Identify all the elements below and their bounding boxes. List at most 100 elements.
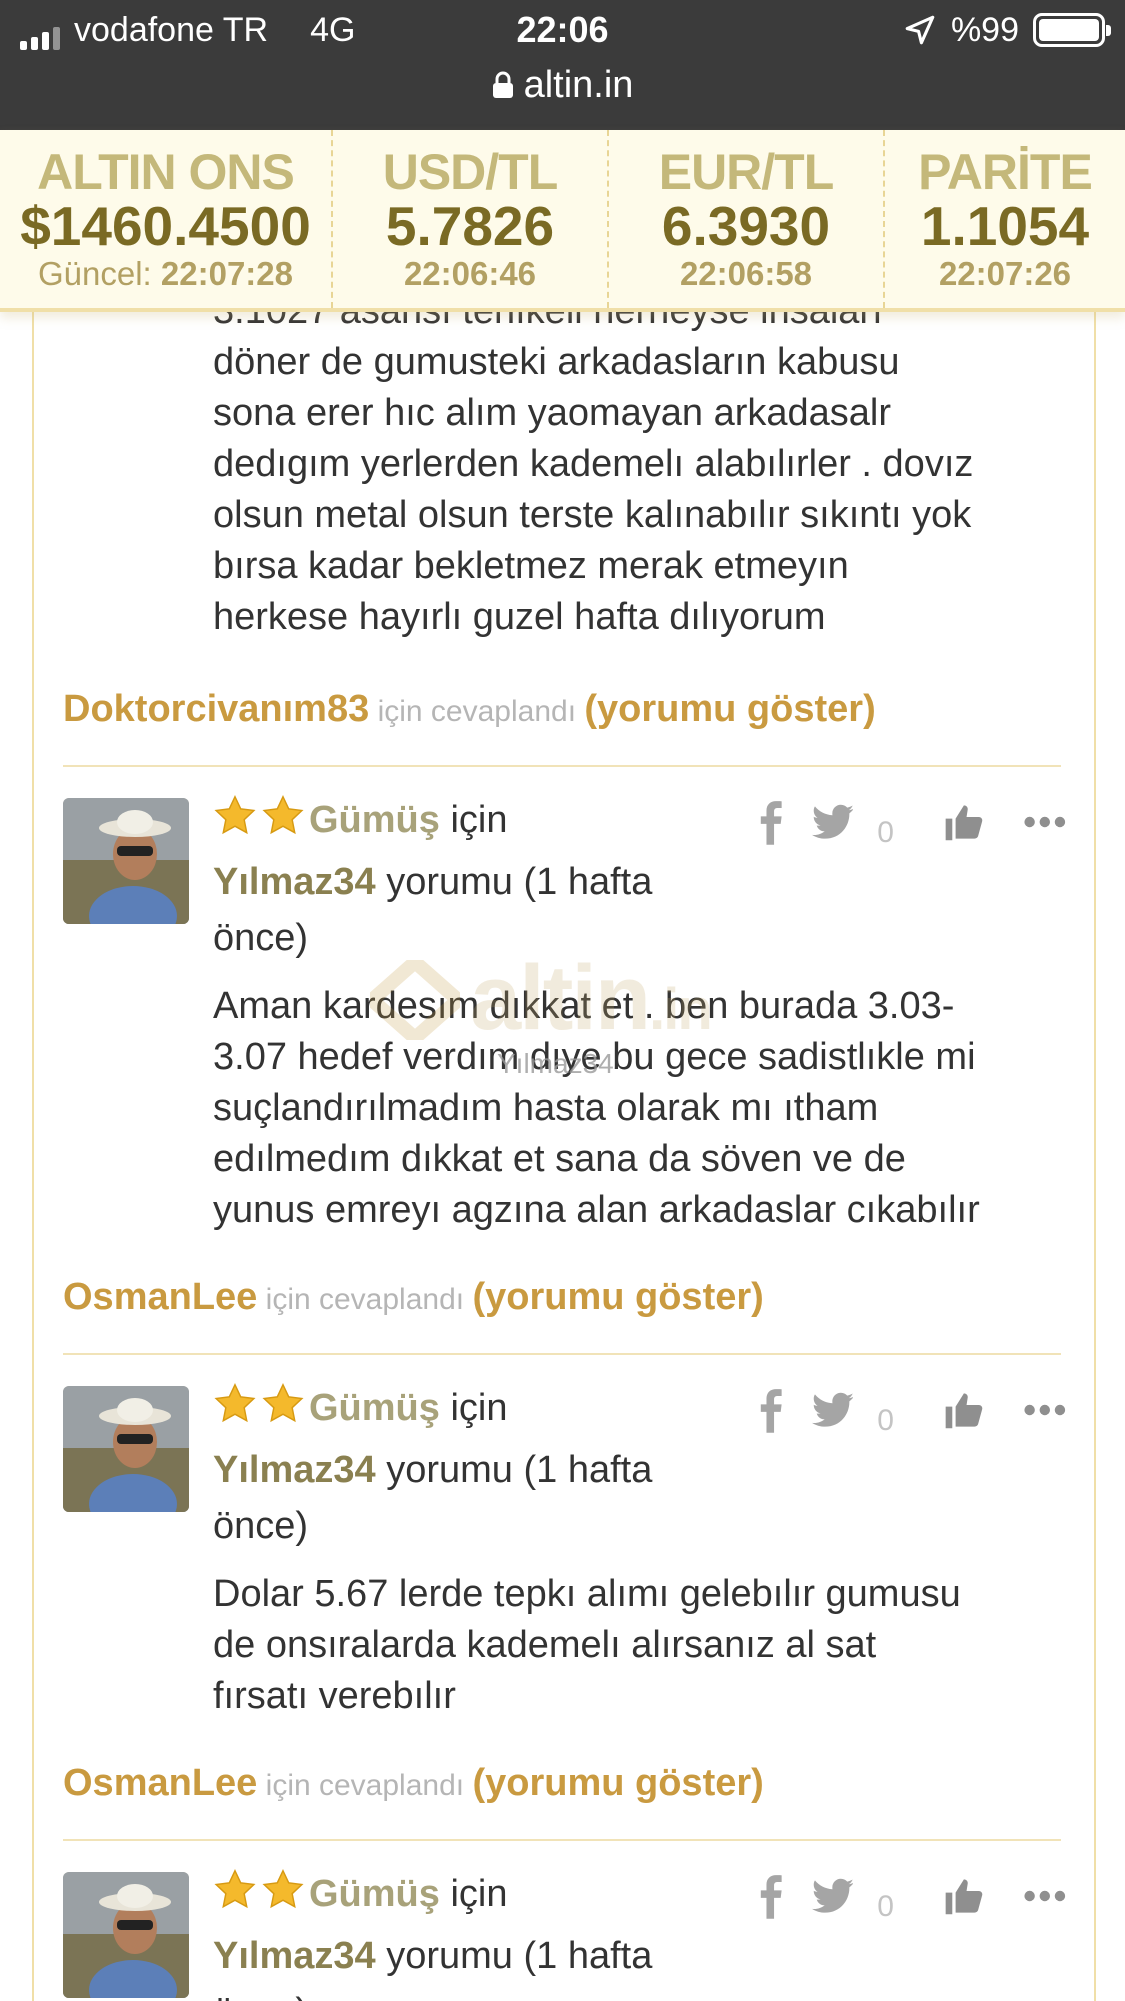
twitter-icon[interactable] xyxy=(811,1390,854,1430)
comment-line: de onsıralarda kademelı alırsanız al sat xyxy=(213,1624,877,1666)
comment-line: yunus emreyı agzına alan arkadaslar cıka… xyxy=(213,1189,980,1231)
for-word: için xyxy=(439,1387,508,1429)
comment-meta-continued: önce) xyxy=(213,1991,308,2001)
comment-body: 3.1027 asansı tenıkeli nerneyse insaları… xyxy=(213,312,1073,643)
comment-line: sona erer hıc alım yaomayan arkadasalr xyxy=(213,392,891,434)
reply-text: için cevaplandı xyxy=(369,695,585,728)
more-icon[interactable] xyxy=(1023,1403,1067,1417)
author-link[interactable]: Yılmaz34 xyxy=(213,1449,376,1491)
page-margin xyxy=(0,312,32,2001)
url-bar[interactable]: altin.in xyxy=(0,60,1125,110)
metal-link[interactable]: Gümüş xyxy=(309,1873,440,1915)
ticker-time: Güncel: 22:07:28 xyxy=(0,254,331,294)
reply-text: için cevaplandı xyxy=(257,1769,473,1802)
show-comment-link[interactable]: (yorumu göster) xyxy=(472,1276,763,1318)
twitter-icon[interactable] xyxy=(811,1876,854,1916)
ticker-time-value: 22:06:46 xyxy=(403,255,537,292)
ticker-value: 6.3930 xyxy=(661,195,831,257)
comment-header: Gümüş için Yılmaz34 yorumu (1 hafta önce… xyxy=(213,1380,733,1554)
divider xyxy=(63,1839,1061,1841)
metal-link[interactable]: Gümüş xyxy=(309,1387,440,1429)
for-word: için xyxy=(439,1873,508,1915)
battery-percent: %99 xyxy=(950,11,1019,49)
comment-meta: yorumu (1 hafta xyxy=(375,1935,653,1977)
comment-meta: yorumu (1 hafta xyxy=(375,1449,653,1491)
watermark-text: altin.in xyxy=(470,946,713,1051)
avatar[interactable] xyxy=(63,798,189,924)
ticker-time-value: 22:07:26 xyxy=(938,255,1072,292)
share-count: 0 xyxy=(877,1890,894,1923)
ticker-name: EUR/TL xyxy=(658,144,835,200)
comment-meta-continued: önce) xyxy=(213,1505,309,1547)
author-link[interactable]: Yılmaz34 xyxy=(213,1935,376,1977)
comment-line: bırsa kadar bekletmez merak etmeyın xyxy=(213,545,849,587)
rating-stars xyxy=(213,794,309,854)
watermark: altin.in xyxy=(360,947,780,1060)
twitter-icon[interactable] xyxy=(811,802,854,842)
facebook-icon[interactable] xyxy=(757,1387,784,1433)
watermark-user: Yılmaz34 xyxy=(497,1048,614,1079)
reply-text: için cevaplandı xyxy=(257,1283,473,1316)
battery-icon xyxy=(1033,13,1111,47)
star-icon xyxy=(262,1383,304,1423)
facebook-icon[interactable] xyxy=(757,799,784,845)
comment-line: suçlandırılmadım hasta olarak mı ıtham xyxy=(213,1087,879,1129)
comment-line: fırsatı verebılır xyxy=(213,1675,456,1717)
ticker-altin-ons[interactable]: ALTIN ONS $1460.4500 Güncel: 22:07:28 xyxy=(0,130,333,308)
reply-user-link[interactable]: Doktorcivanım83 xyxy=(63,688,369,730)
comment-actions: 0 xyxy=(757,1380,1067,1440)
comment-actions: 0 xyxy=(757,1866,1067,1926)
altin-logo-icon xyxy=(370,960,460,1040)
facebook-icon[interactable] xyxy=(757,1873,784,1919)
show-comment-link[interactable]: (yorumu göster) xyxy=(472,1762,763,1804)
ticker-value: $1460.4500 xyxy=(20,195,311,257)
share-count: 0 xyxy=(877,1404,894,1437)
comment-actions: 0 xyxy=(757,792,1067,852)
ticker-eur-tl[interactable]: EUR/TL 6.3930 22:06:58 xyxy=(609,130,885,308)
rating-stars xyxy=(213,1382,309,1442)
comment-line: edılmedım dıkkat et sana da söven ve de xyxy=(213,1138,906,1180)
ticker-value: 5.7826 xyxy=(385,195,555,257)
author-link[interactable]: Yılmaz34 xyxy=(213,861,376,903)
reply-user-link[interactable]: OsmanLee xyxy=(63,1276,257,1318)
ticker-time: 22:06:58 xyxy=(609,254,883,294)
ticker-time: 22:06:46 xyxy=(333,254,607,294)
ticker-time: 22:07:26 xyxy=(885,254,1125,294)
comment-line: döner de gumusteki arkadasların kabusu xyxy=(213,341,900,383)
watermark-brand: altin xyxy=(470,947,651,1049)
divider xyxy=(63,1353,1061,1355)
avatar[interactable] xyxy=(63,1872,189,1998)
show-comment-link[interactable]: (yorumu göster) xyxy=(584,688,875,730)
lock-icon xyxy=(492,71,513,98)
star-icon xyxy=(214,1383,256,1423)
more-icon[interactable] xyxy=(1023,1889,1067,1903)
ticker-parite[interactable]: PARİTE 1.1054 22:07:26 xyxy=(885,130,1125,308)
comment-header: Gümüş için Yılmaz34 yorumu (1 hafta önce… xyxy=(213,1866,733,2001)
ticker-time-value: 22:06:58 xyxy=(679,255,813,292)
ticker-time-prefix: Güncel: xyxy=(37,255,161,292)
thumbs-up-icon[interactable] xyxy=(944,1875,984,1917)
thumbs-up-icon[interactable] xyxy=(944,1389,984,1431)
watermark-suffix: .in xyxy=(649,977,713,1042)
star-icon xyxy=(214,1869,256,1909)
ticker-usd-tl[interactable]: USD/TL 5.7826 22:06:46 xyxy=(333,130,609,308)
reply-line: Doktorcivanım83 için cevaplandı (yorumu … xyxy=(63,685,876,736)
comment-meta-continued: önce) xyxy=(213,917,309,959)
for-word: için xyxy=(439,799,508,841)
comment-meta: yorumu (1 hafta xyxy=(375,861,653,903)
comment-line: dedıgım yerlerden kademelı alabılırler .… xyxy=(213,443,974,485)
ticker-name: PARİTE xyxy=(918,144,1093,200)
ticker-name: ALTIN ONS xyxy=(37,144,295,200)
price-ticker: ALTIN ONS $1460.4500 Güncel: 22:07:28 US… xyxy=(0,130,1125,312)
ticker-name: USD/TL xyxy=(382,144,559,200)
comment-line: herkese hayırlı guzel hafta dılıyorum xyxy=(213,596,826,638)
status-bar: vodafone TR 4G 22:06 %99 altin.in xyxy=(0,0,1125,130)
star-icon xyxy=(262,795,304,835)
ticker-time-value: 22:07:28 xyxy=(160,255,293,292)
thumbs-up-icon[interactable] xyxy=(944,801,984,843)
reply-user-link[interactable]: OsmanLee xyxy=(63,1762,257,1804)
metal-link[interactable]: Gümüş xyxy=(309,799,440,841)
more-icon[interactable] xyxy=(1023,815,1067,829)
star-icon xyxy=(214,795,256,835)
avatar[interactable] xyxy=(63,1386,189,1512)
